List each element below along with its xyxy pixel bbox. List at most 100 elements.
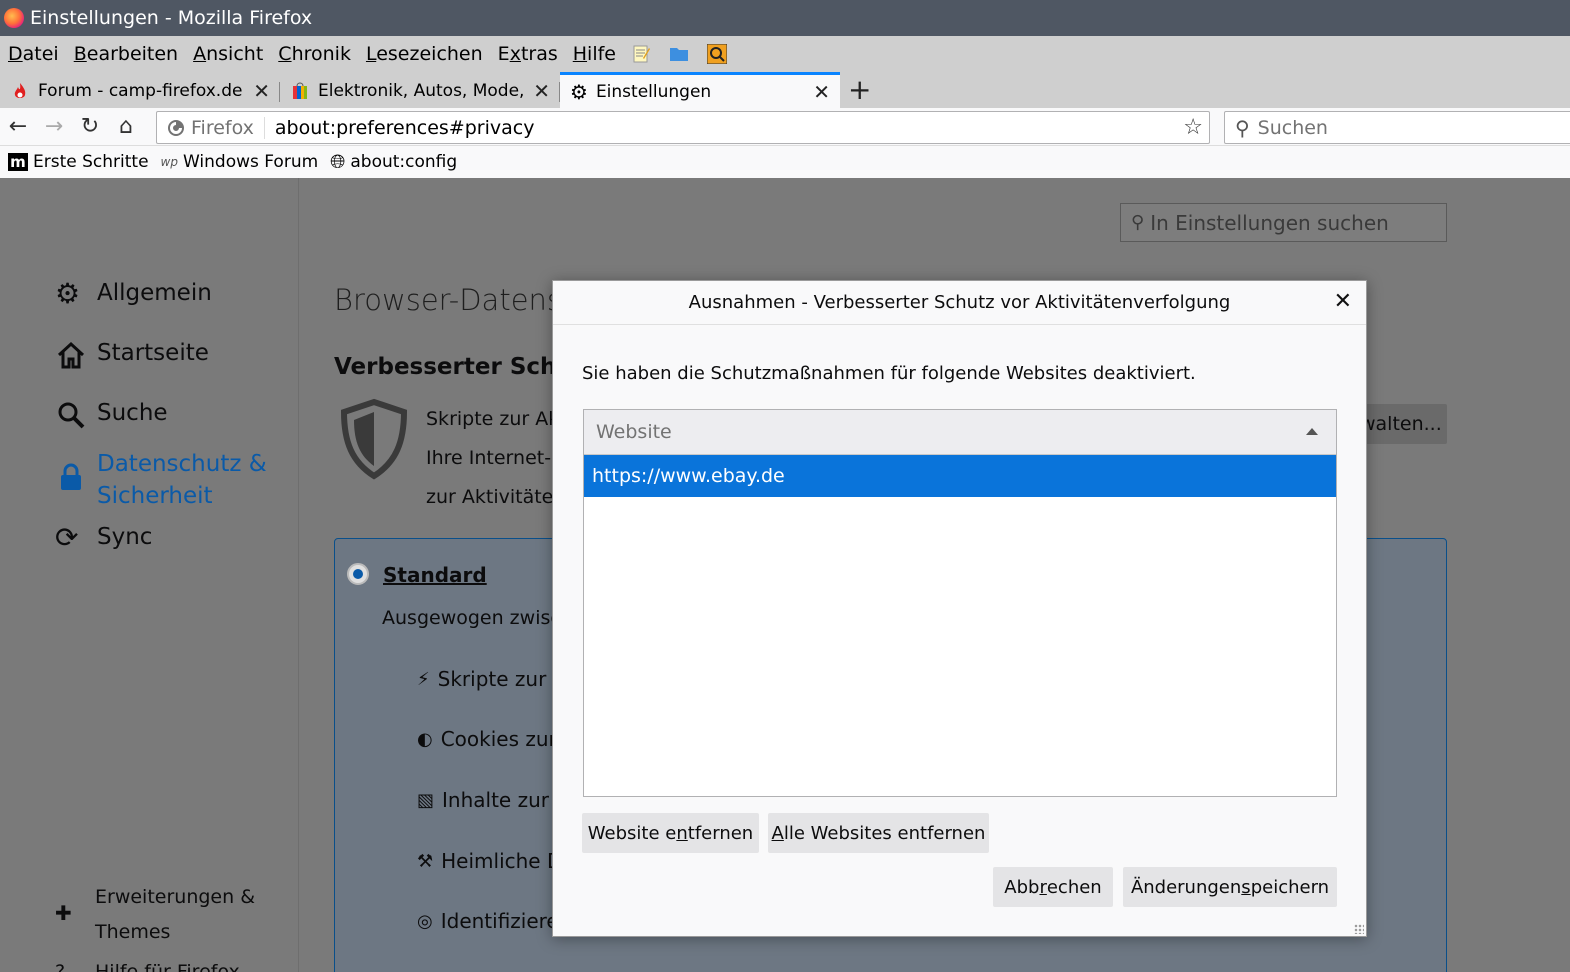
- home-icon: [57, 341, 85, 369]
- feature-item: ⚒ Heimliche D: [417, 849, 563, 873]
- sync-icon: ⟳: [55, 521, 79, 554]
- sidebar-item-label: Suche: [97, 400, 168, 426]
- sidebar-item-extensions[interactable]: ✚ Erweiterungen & Themes: [55, 880, 255, 950]
- list-item[interactable]: https://www.ebay.de: [584, 455, 1336, 497]
- forward-arrow-icon[interactable]: →: [36, 114, 72, 139]
- search-bar[interactable]: ⚲ Suchen: [1224, 111, 1570, 144]
- search-icon: ⚲: [1235, 115, 1250, 140]
- standard-label: Standard: [383, 563, 487, 587]
- bookmark-label: about:config: [350, 152, 458, 172]
- sort-ascending-icon: [1306, 428, 1318, 435]
- feature-item: ◎ Identifiziere: [417, 909, 559, 933]
- standard-description: Ausgewogen zwisc: [382, 607, 561, 629]
- firefox-logo-icon: [4, 8, 24, 28]
- column-header-label: Website: [596, 421, 672, 443]
- sidebar-item-label: Hilfe für Firefox: [95, 961, 240, 972]
- tab-ebay[interactable]: Elektronik, Autos, Mode, Sa ✕: [280, 74, 560, 108]
- sidebar-item-help[interactable]: ? Hilfe für Firefox: [55, 955, 240, 972]
- search-icon: ⚲: [1131, 212, 1145, 233]
- menu-extras[interactable]: Extras: [498, 43, 558, 65]
- sidebar-item-label: Datenschutz & Sicherheit: [97, 451, 267, 509]
- notepad-icon[interactable]: [631, 44, 651, 64]
- lock-icon: [61, 463, 81, 490]
- home-icon[interactable]: ⌂: [108, 114, 144, 139]
- shield-icon: [340, 398, 408, 480]
- close-tab-icon[interactable]: ✕: [813, 80, 830, 104]
- list-item-label: https://www.ebay.de: [592, 465, 785, 487]
- tracker-blocked-icon: ⚡: [417, 668, 430, 690]
- resize-grip-icon[interactable]: [1354, 924, 1364, 934]
- close-tab-icon[interactable]: ✕: [253, 79, 270, 103]
- identity-box[interactable]: Firefox: [157, 116, 265, 139]
- exceptions-dialog: Ausnahmen - Verbesserter Schutz vor Akti…: [552, 280, 1367, 937]
- url-bar[interactable]: Firefox about:preferences#privacy ☆: [156, 111, 1210, 144]
- cryptominer-blocked-icon: ⚒: [417, 850, 434, 872]
- menu-chronik[interactable]: Chronik: [278, 43, 351, 65]
- remove-all-websites-button[interactable]: Alle Websites entfernen: [768, 813, 989, 853]
- preferences-search-input[interactable]: ⚲ In Einstellungen suchen: [1120, 203, 1447, 242]
- save-changes-button[interactable]: Änderungen s peichern: [1123, 867, 1337, 907]
- bookmark-star-icon[interactable]: ☆: [1183, 115, 1203, 140]
- feature-item: ⚡ Skripte zur A: [417, 667, 567, 691]
- gear-icon: ⚙: [55, 277, 81, 310]
- close-tab-icon[interactable]: ✕: [533, 79, 550, 103]
- sidebar-item-allgemein[interactable]: ⚙ Allgemein: [55, 280, 212, 308]
- flame-icon: [14, 83, 26, 98]
- bookmark-label: Windows Forum: [182, 152, 319, 172]
- exceptions-list[interactable]: Website https://www.ebay.de: [583, 409, 1337, 797]
- new-tab-plus-icon[interactable]: +: [848, 73, 871, 106]
- help-icon: ?: [55, 961, 66, 972]
- close-icon[interactable]: ✕: [1334, 289, 1352, 314]
- puzzle-piece-icon: ✚: [55, 901, 72, 925]
- etp-description-line: Skripte zur Ak: [426, 408, 560, 430]
- feature-item: ▧ Inhalte zur A: [417, 788, 570, 812]
- sidebar-item-suche[interactable]: Suche: [55, 400, 168, 430]
- column-header-website[interactable]: Website: [584, 410, 1336, 455]
- identity-label: Firefox: [191, 116, 254, 139]
- sidebar-item-label: Sync: [97, 524, 153, 550]
- content-blocked-icon: ▧: [417, 789, 435, 811]
- wp-logo-icon: wp: [160, 155, 178, 169]
- feature-item: ◐ Cookies zur: [417, 727, 557, 751]
- reload-icon[interactable]: ↻: [72, 114, 108, 139]
- menu-lesezeichen[interactable]: Lesezeichen: [366, 43, 483, 65]
- tab-label: Forum - camp-firefox.de: [38, 81, 243, 101]
- url-text[interactable]: about:preferences#privacy: [275, 117, 1183, 139]
- remove-website-button[interactable]: Website e n tfernen: [582, 813, 759, 853]
- sidebar-item-label: Erweiterungen & Themes: [95, 886, 256, 943]
- sidebar-item-startseite[interactable]: Startseite: [55, 340, 209, 370]
- menu-datei[interactable]: Datei: [8, 43, 59, 65]
- search-tool-icon[interactable]: [706, 44, 727, 64]
- search-placeholder: In Einstellungen suchen: [1150, 210, 1389, 235]
- bookmark-about-config[interactable]: 🌐︎ about:config: [330, 151, 457, 173]
- cancel-button[interactable]: Abb r echen: [993, 867, 1113, 907]
- tab-label: Einstellungen: [595, 81, 712, 102]
- tab-strip: Forum - camp-firefox.de ✕ Elektronik, Au…: [0, 72, 1570, 108]
- dialog-title: Ausnahmen - Verbesserter Schutz vor Akti…: [688, 292, 1231, 313]
- tab-einstellungen[interactable]: ⚙ Einstellungen ✕: [560, 72, 840, 108]
- globe-icon: 🌐︎: [330, 151, 346, 173]
- section-heading: Browser-Datensc: [334, 283, 578, 317]
- sidebar-item-label: Startseite: [97, 340, 209, 366]
- dialog-intro-text: Sie haben die Schutzmaßnahmen für folgen…: [582, 363, 1196, 384]
- menu-ansicht[interactable]: Ansicht: [193, 43, 263, 65]
- menu-hilfe[interactable]: Hilfe: [573, 43, 616, 65]
- gear-icon: ⚙: [570, 79, 588, 104]
- bookmark-erste-schritte[interactable]: m Erste Schritte: [8, 152, 149, 172]
- standard-radio[interactable]: [347, 563, 369, 585]
- menu-bearbeiten[interactable]: Bearbeiten: [74, 43, 178, 65]
- window-title: Einstellungen - Mozilla Firefox: [30, 7, 313, 29]
- cookie-blocked-icon: ◐: [417, 728, 433, 750]
- back-arrow-icon[interactable]: ←: [0, 114, 36, 139]
- bookmark-label: Erste Schritte: [33, 152, 149, 172]
- tab-forum[interactable]: Forum - camp-firefox.de ✕: [0, 74, 280, 108]
- etp-description-line: zur Aktivitäter: [426, 486, 562, 508]
- folder-icon[interactable]: [669, 44, 689, 64]
- sidebar-item-sync[interactable]: ⟳ Sync: [55, 524, 152, 552]
- preferences-sidebar: ⚙ Allgemein Startseite Suche Datenschutz…: [0, 178, 299, 972]
- sidebar-item-datenschutz[interactable]: Datenschutz & Sicherheit: [55, 448, 267, 512]
- dialog-titlebar: Ausnahmen - Verbesserter Schutz vor Akti…: [553, 281, 1366, 325]
- bookmark-windows-forum[interactable]: wp Windows Forum: [161, 152, 319, 172]
- window-titlebar: Einstellungen - Mozilla Firefox: [0, 0, 1570, 36]
- tab-label: Elektronik, Autos, Mode, Sa: [318, 81, 527, 101]
